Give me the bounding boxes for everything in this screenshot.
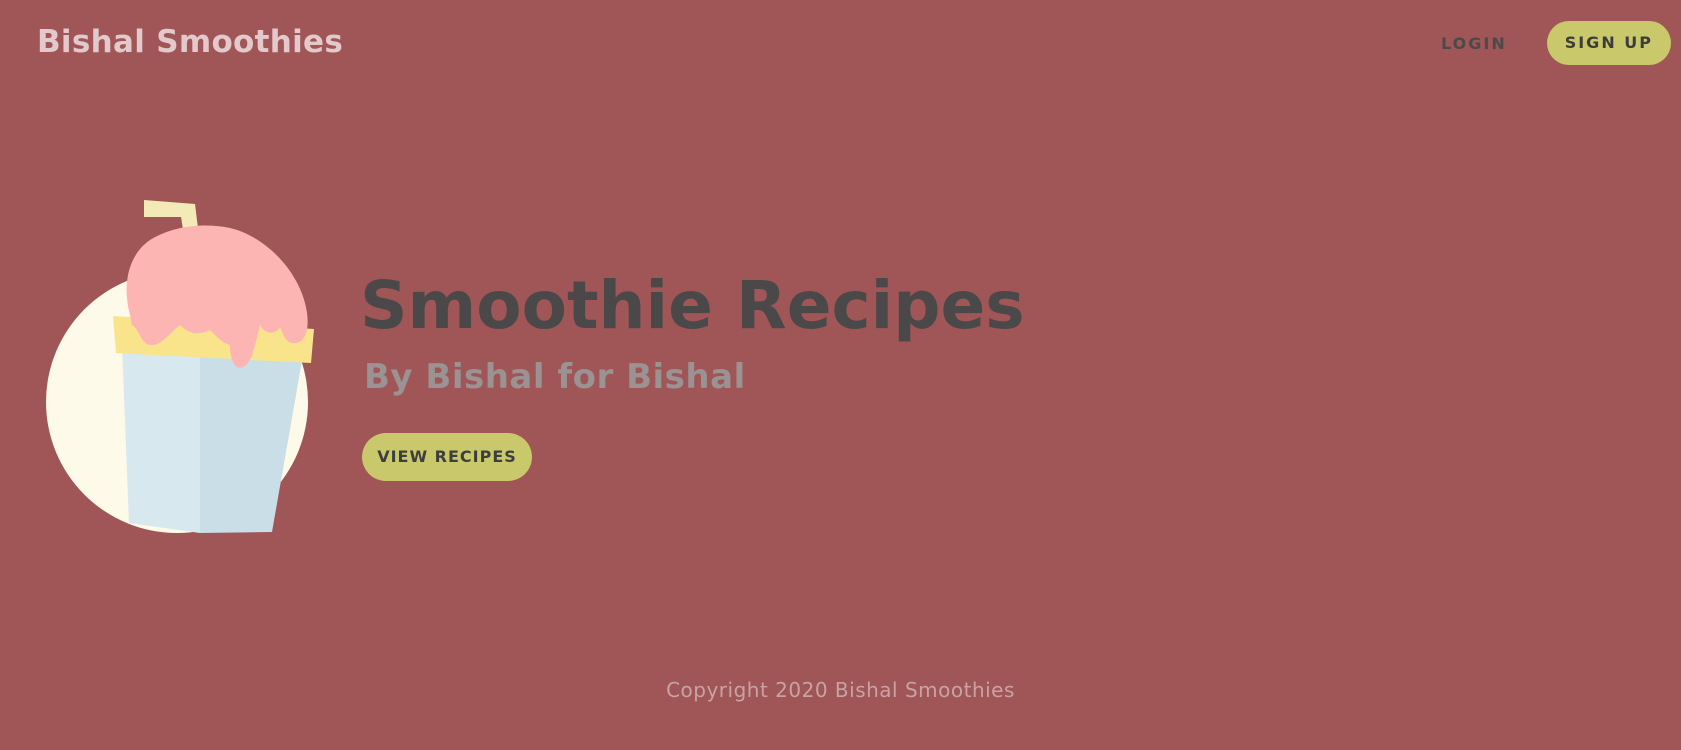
nav-links: LOGIN SIGN UP — [1441, 21, 1671, 65]
signup-button[interactable]: SIGN UP — [1546, 21, 1671, 65]
cup-body-right — [200, 345, 303, 533]
footer-copyright: Copyright 2020 Bishal Smoothies — [666, 678, 1015, 702]
view-recipes-button[interactable]: VIEW RECIPES — [362, 433, 532, 481]
login-link[interactable]: LOGIN — [1441, 34, 1507, 53]
cup-body-left — [122, 345, 200, 533]
navbar: Bishal Smoothies LOGIN SIGN UP — [0, 0, 1681, 90]
smoothie-cup-icon — [46, 200, 314, 533]
page-subtitle: By Bishal for Bishal — [364, 357, 746, 397]
brand-logo-link[interactable]: Bishal Smoothies — [37, 24, 343, 60]
page-title: Smoothie Recipes — [360, 267, 1025, 344]
